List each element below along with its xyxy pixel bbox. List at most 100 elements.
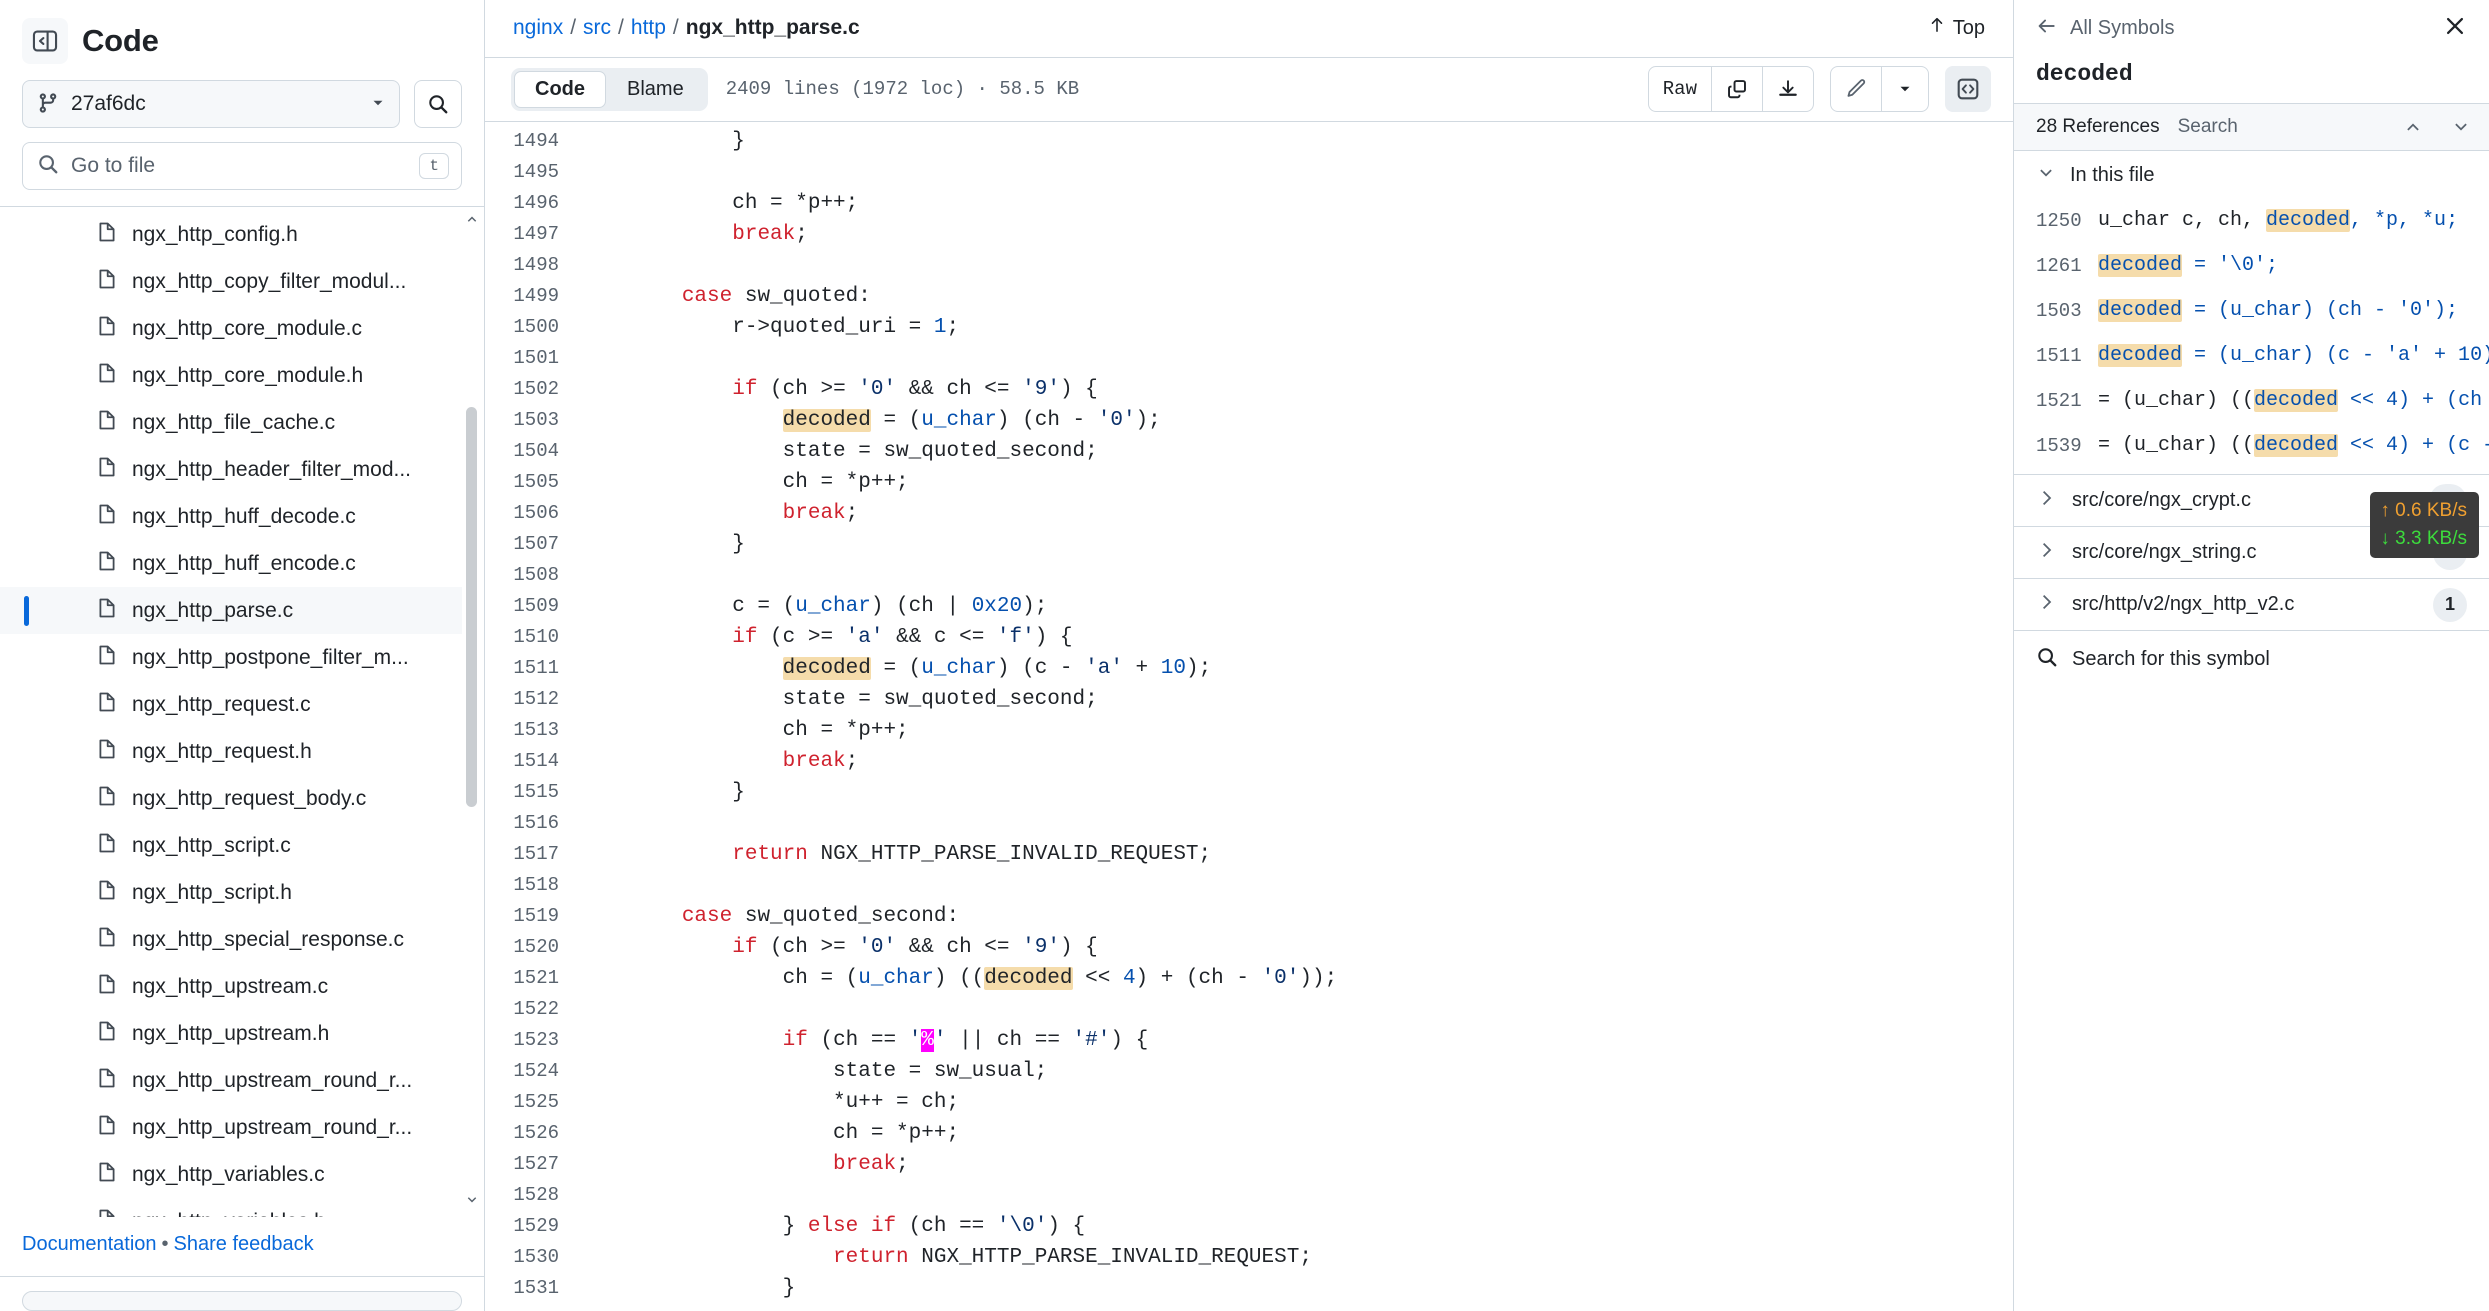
line-number[interactable]: 1514	[485, 746, 581, 777]
code-line[interactable]: 1513 ch = *p++;	[485, 715, 2013, 746]
chevron-down-icon[interactable]	[2451, 117, 2471, 137]
code-line[interactable]: 1515 }	[485, 777, 2013, 808]
line-number[interactable]: 1520	[485, 932, 581, 963]
reference-hit[interactable]: 1261 decoded = '\0';	[2014, 243, 2489, 288]
file-tree-item[interactable]: ngx_http_config.h	[0, 211, 466, 258]
reference-hit[interactable]: 1539 = (u_char) ((decoded << 4) + (c - 'a…	[2014, 423, 2489, 468]
reference-file-row[interactable]: src/http/v2/ngx_http_v2.c 1	[2014, 578, 2489, 630]
code-line[interactable]: 1529 } else if (ch == '\0') {	[485, 1211, 2013, 1242]
line-number[interactable]: 1498	[485, 250, 581, 281]
reference-hit[interactable]: 1250 u_char c, ch, decoded, *p, *u;	[2014, 198, 2489, 243]
code-line[interactable]: 1503 decoded = (u_char) (ch - '0');	[485, 405, 2013, 436]
file-tree-item[interactable]: ngx_http_variables.h	[0, 1198, 466, 1217]
line-number[interactable]: 1528	[485, 1180, 581, 1211]
sidebar-collapse-icon[interactable]	[22, 18, 68, 64]
line-number[interactable]: 1519	[485, 901, 581, 932]
code-line[interactable]: 1507 }	[485, 529, 2013, 560]
file-tree-item[interactable]: ngx_http_request_body.c	[0, 775, 466, 822]
code-line[interactable]: 1494 }	[485, 126, 2013, 157]
code-line[interactable]: 1524 state = sw_usual;	[485, 1056, 2013, 1087]
scroll-to-top-button[interactable]: Top	[1928, 16, 1985, 40]
code-line[interactable]: 1512 state = sw_quoted_second;	[485, 684, 2013, 715]
chevron-down-icon[interactable]	[1881, 67, 1928, 112]
share-feedback-link[interactable]: Share feedback	[174, 1233, 314, 1255]
line-number[interactable]: 1497	[485, 219, 581, 250]
chevron-up-icon[interactable]	[2403, 117, 2423, 137]
code-line[interactable]: 1514 break;	[485, 746, 2013, 777]
line-number[interactable]: 1517	[485, 839, 581, 870]
code-line[interactable]: 1508	[485, 560, 2013, 591]
download-icon[interactable]	[1762, 67, 1813, 112]
code-line[interactable]: 1499 case sw_quoted:	[485, 281, 2013, 312]
code-line[interactable]: 1497 break;	[485, 219, 2013, 250]
line-number[interactable]: 1503	[485, 405, 581, 436]
code-line[interactable]: 1527 break;	[485, 1149, 2013, 1180]
code-line[interactable]: 1532	[485, 1304, 2013, 1311]
breadcrumb-http[interactable]: http	[631, 16, 666, 40]
line-number[interactable]: 1524	[485, 1056, 581, 1087]
line-number[interactable]: 1530	[485, 1242, 581, 1273]
search-for-this-symbol-button[interactable]: Search for this symbol	[2014, 630, 2489, 688]
reference-hit[interactable]: 1521 = (u_char) ((decoded << 4) + (ch - '…	[2014, 378, 2489, 423]
code-line[interactable]: 1509 c = (u_char) (ch | 0x20);	[485, 591, 2013, 622]
file-tree-item[interactable]: ngx_http_upstream_round_r...	[0, 1104, 466, 1151]
code-line[interactable]: 1518	[485, 870, 2013, 901]
line-number[interactable]: 1508	[485, 560, 581, 591]
line-number[interactable]: 1510	[485, 622, 581, 653]
code-line[interactable]: 1498	[485, 250, 2013, 281]
file-tree[interactable]: ngx_http_config.h ngx_http_copy_filter_mo…	[0, 207, 466, 1217]
code-line[interactable]: 1501	[485, 343, 2013, 374]
file-tree-item[interactable]: ngx_http_special_response.c	[0, 916, 466, 963]
file-tree-item[interactable]: ngx_http_script.h	[0, 869, 466, 916]
line-number[interactable]: 1516	[485, 808, 581, 839]
reference-hit[interactable]: 1511 decoded = (u_char) (c - 'a' + 10);	[2014, 333, 2489, 378]
line-number[interactable]: 1511	[485, 653, 581, 684]
chevron-up-icon[interactable]	[464, 211, 480, 232]
line-number[interactable]: 1505	[485, 467, 581, 498]
file-tree-item[interactable]: ngx_http_copy_filter_modul...	[0, 258, 466, 305]
file-tree-scrollbar[interactable]	[462, 207, 482, 1217]
line-number[interactable]: 1527	[485, 1149, 581, 1180]
reference-file-row[interactable]: src/core/ngx_string.c 6	[2014, 526, 2489, 578]
file-tree-item[interactable]: ngx_http_huff_decode.c	[0, 493, 466, 540]
line-number[interactable]: 1507	[485, 529, 581, 560]
line-number[interactable]: 1513	[485, 715, 581, 746]
line-number[interactable]: 1496	[485, 188, 581, 219]
file-tree-item[interactable]: ngx_http_upstream.c	[0, 963, 466, 1010]
code-line[interactable]: 1500 r->quoted_uri = 1;	[485, 312, 2013, 343]
code-line[interactable]: 1506 break;	[485, 498, 2013, 529]
file-tree-item[interactable]: ngx_http_header_filter_mod...	[0, 446, 466, 493]
pencil-icon[interactable]	[1831, 67, 1881, 111]
file-tree-item-selected[interactable]: ngx_http_parse.c	[0, 587, 466, 634]
line-number[interactable]: 1502	[485, 374, 581, 405]
copy-icon[interactable]	[1711, 67, 1762, 112]
line-number[interactable]: 1518	[485, 870, 581, 901]
branch-selector[interactable]: 27af6dc	[22, 80, 400, 128]
code-line[interactable]: 1519 case sw_quoted_second:	[485, 901, 2013, 932]
code-line[interactable]: 1526 ch = *p++;	[485, 1118, 2013, 1149]
code-line[interactable]: 1495	[485, 157, 2013, 188]
code-line[interactable]: 1525 *u++ = ch;	[485, 1087, 2013, 1118]
search-icon[interactable]	[414, 80, 462, 128]
breadcrumb-repo[interactable]: nginx	[513, 16, 563, 40]
file-tree-item[interactable]: ngx_http_postpone_filter_m...	[0, 634, 466, 681]
close-icon[interactable]	[2443, 14, 2467, 43]
line-number[interactable]: 1500	[485, 312, 581, 343]
code-line[interactable]: 1522	[485, 994, 2013, 1025]
line-number[interactable]: 1522	[485, 994, 581, 1025]
file-tree-item[interactable]: ngx_http_core_module.c	[0, 305, 466, 352]
code-line[interactable]: 1523 if (ch == '%' || ch == '#') {	[485, 1025, 2013, 1056]
code-line[interactable]: 1511 decoded = (u_char) (c - 'a' + 10);	[485, 653, 2013, 684]
line-number[interactable]: 1501	[485, 343, 581, 374]
line-number[interactable]: 1532	[485, 1304, 581, 1311]
code-line[interactable]: 1505 ch = *p++;	[485, 467, 2013, 498]
file-tree-item[interactable]: ngx_http_script.c	[0, 822, 466, 869]
file-tree-item[interactable]: ngx_http_request.c	[0, 681, 466, 728]
tab-blame[interactable]: Blame	[606, 71, 705, 108]
line-number[interactable]: 1531	[485, 1273, 581, 1304]
line-number[interactable]: 1529	[485, 1211, 581, 1242]
line-number[interactable]: 1504	[485, 436, 581, 467]
file-tree-item[interactable]: ngx_http_core_module.h	[0, 352, 466, 399]
code-line[interactable]: 1516	[485, 808, 2013, 839]
line-number[interactable]: 1525	[485, 1087, 581, 1118]
